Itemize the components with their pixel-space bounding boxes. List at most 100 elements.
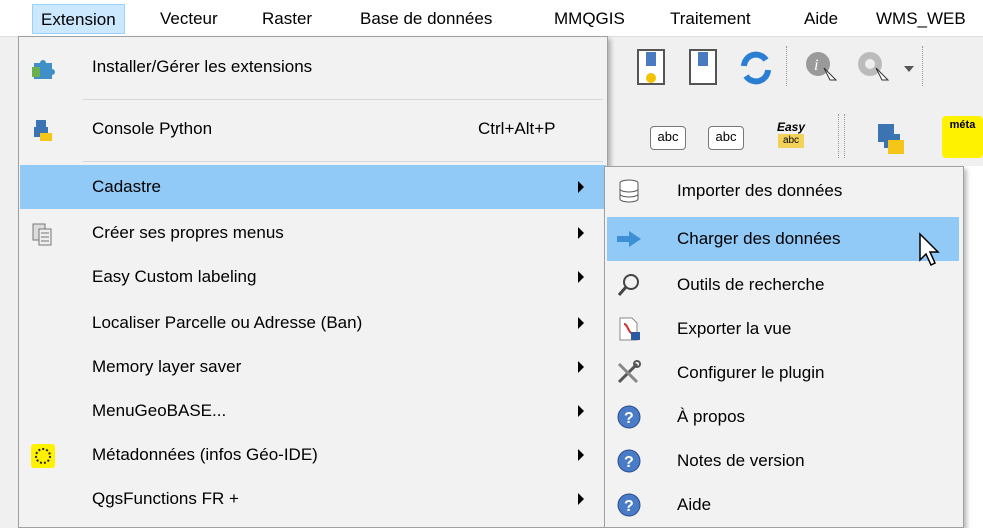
- submenu-item-configurer[interactable]: Configurer le plugin: [607, 351, 959, 395]
- menu-raster[interactable]: Raster: [254, 4, 320, 34]
- copy-menus-icon: [32, 223, 52, 246]
- menu-wms-web[interactable]: WMS_WEB: [868, 4, 974, 34]
- menu-item-cadastre[interactable]: Cadastre: [20, 165, 606, 209]
- menu-item-qgsfunctions[interactable]: QgsFunctions FR +: [20, 477, 606, 521]
- menu-item-label: Memory layer saver: [92, 357, 242, 376]
- menu-item-label: MenuGeoBASE...: [92, 401, 227, 420]
- menu-item-easy-custom-labeling[interactable]: Easy Custom labeling: [20, 255, 606, 299]
- submenu-arrow-icon: [578, 493, 584, 505]
- svg-text:?: ?: [624, 498, 634, 515]
- help-icon: ?: [617, 405, 641, 429]
- submenu-arrow-icon: [578, 449, 584, 461]
- help-icon: ?: [617, 493, 641, 517]
- submenu-item-charger[interactable]: Charger des données: [607, 217, 959, 261]
- identify-icon[interactable]: i: [802, 48, 842, 88]
- menu-bar: Extension Vecteur Raster Base de données…: [0, 0, 983, 37]
- menu-separator: [83, 99, 603, 100]
- magnifier-icon: [617, 274, 639, 296]
- database-icon: [619, 179, 639, 203]
- menu-item-label: Créer ses propres menus: [92, 223, 284, 242]
- menu-item-localiser-parcelle[interactable]: Localiser Parcelle ou Adresse (Ban): [20, 301, 606, 345]
- menu-item-label: Localiser Parcelle ou Adresse (Ban): [92, 313, 363, 332]
- menu-item-installer[interactable]: Installer/Gérer les extensions: [20, 45, 606, 89]
- svg-text:?: ?: [624, 410, 634, 427]
- menu-item-metadonnees[interactable]: Métadonnées (infos Géo-IDE): [20, 433, 606, 477]
- tools-icon: [617, 360, 641, 384]
- arrow-right-icon: [617, 231, 641, 247]
- easy-label-tool[interactable]: Easy abc: [770, 120, 812, 150]
- svg-text:i: i: [814, 57, 818, 74]
- submenu-item-label: À propos: [677, 407, 746, 426]
- help-icon: ?: [617, 449, 641, 473]
- menu-wms-web-label: WMS_WEB: [876, 9, 966, 28]
- menu-mmqgis[interactable]: MMQGIS: [546, 4, 633, 34]
- menu-traitement[interactable]: Traitement: [662, 4, 759, 34]
- menu-item-label: Installer/Gérer les extensions: [92, 57, 313, 76]
- submenu-item-label: Charger des données: [677, 229, 841, 248]
- mouse-cursor-icon: [919, 232, 940, 267]
- submenu-arrow-icon: [578, 181, 584, 193]
- menu-item-shortcut: Ctrl+Alt+P: [478, 119, 556, 138]
- submenu-item-notes-version[interactable]: ? Notes de version: [607, 439, 959, 483]
- menu-vecteur[interactable]: Vecteur: [152, 4, 226, 34]
- submenu-item-label: Exporter la vue: [677, 319, 792, 338]
- label-tool-1-text: abc: [657, 129, 679, 144]
- submenu-item-label: Outils de recherche: [677, 275, 825, 294]
- menu-mmqgis-label: MMQGIS: [554, 9, 625, 28]
- menu-aide-label: Aide: [804, 9, 839, 28]
- menu-base-de-donnees[interactable]: Base de données: [352, 4, 500, 34]
- label-tool-1[interactable]: abc: [650, 126, 686, 150]
- menu-separator: [83, 161, 603, 162]
- menu-item-menugeobase[interactable]: MenuGeoBASE...: [20, 389, 606, 433]
- toolbar-area: i abc abc Easy abc méta: [612, 36, 983, 166]
- puzzle-icon: [32, 60, 55, 79]
- menu-item-creer-menus[interactable]: Créer ses propres menus: [20, 211, 606, 255]
- label-tool-2[interactable]: abc: [708, 126, 744, 150]
- submenu-arrow-icon: [578, 317, 584, 329]
- menu-item-label: QgsFunctions FR +: [92, 489, 239, 508]
- submenu-item-aide[interactable]: ? Aide: [607, 483, 959, 527]
- submenu-item-label: Configurer le plugin: [677, 363, 825, 382]
- submenu-item-importer[interactable]: Importer des données: [607, 169, 959, 213]
- menu-item-label: Easy Custom labeling: [92, 267, 257, 286]
- composer-manager-icon[interactable]: [684, 46, 724, 90]
- dropdown-arrow-icon[interactable]: [904, 66, 914, 72]
- menu-item-memory-layer-saver[interactable]: Memory layer saver: [20, 345, 606, 389]
- pdf-export-icon: [619, 317, 640, 341]
- cadastre-submenu: Importer des données Charger des données…: [604, 166, 964, 528]
- menu-base-de-donnees-label: Base de données: [360, 9, 493, 28]
- extension-menu: Installer/Gérer les extensions Console P…: [18, 36, 608, 528]
- submenu-item-label: Aide: [677, 495, 712, 514]
- menu-extension[interactable]: Extension: [32, 4, 125, 34]
- submenu-arrow-icon: [578, 271, 584, 283]
- menu-item-label: Cadastre: [92, 177, 161, 196]
- python-console-toolbar-icon[interactable]: [870, 118, 910, 158]
- map-tips-icon[interactable]: [854, 48, 894, 88]
- easy-label-sub: abc: [778, 134, 804, 148]
- window-left-edge: [0, 36, 20, 528]
- menu-vecteur-label: Vecteur: [160, 9, 218, 28]
- menu-extension-label: Extension: [41, 10, 116, 29]
- meta-badge-text: méta: [949, 119, 976, 131]
- submenu-arrow-icon: [578, 227, 584, 239]
- menu-item-console-python[interactable]: Console Python Ctrl+Alt+P: [20, 107, 606, 151]
- svg-text:?: ?: [624, 454, 634, 471]
- submenu-item-a-propos[interactable]: ? À propos: [607, 395, 959, 439]
- menu-traitement-label: Traitement: [670, 9, 751, 28]
- menu-aide[interactable]: Aide: [796, 4, 846, 34]
- submenu-item-outils-recherche[interactable]: Outils de recherche: [607, 263, 959, 307]
- menu-item-label: Console Python: [92, 119, 213, 138]
- refresh-icon[interactable]: [736, 48, 776, 88]
- python-icon: [34, 120, 52, 141]
- submenu-arrow-icon: [578, 361, 584, 373]
- easy-label-text: Easy: [776, 120, 806, 134]
- menu-raster-label: Raster: [262, 9, 313, 28]
- composer-new-icon[interactable]: [632, 46, 672, 90]
- submenu-item-label: Importer des données: [677, 181, 843, 200]
- metadata-icon: [31, 444, 55, 468]
- submenu-item-label: Notes de version: [677, 451, 805, 470]
- label-tool-2-text: abc: [715, 129, 737, 144]
- submenu-arrow-icon: [578, 405, 584, 417]
- metadata-toolbar-icon[interactable]: méta: [942, 116, 983, 158]
- submenu-item-exporter-vue[interactable]: Exporter la vue: [607, 307, 959, 351]
